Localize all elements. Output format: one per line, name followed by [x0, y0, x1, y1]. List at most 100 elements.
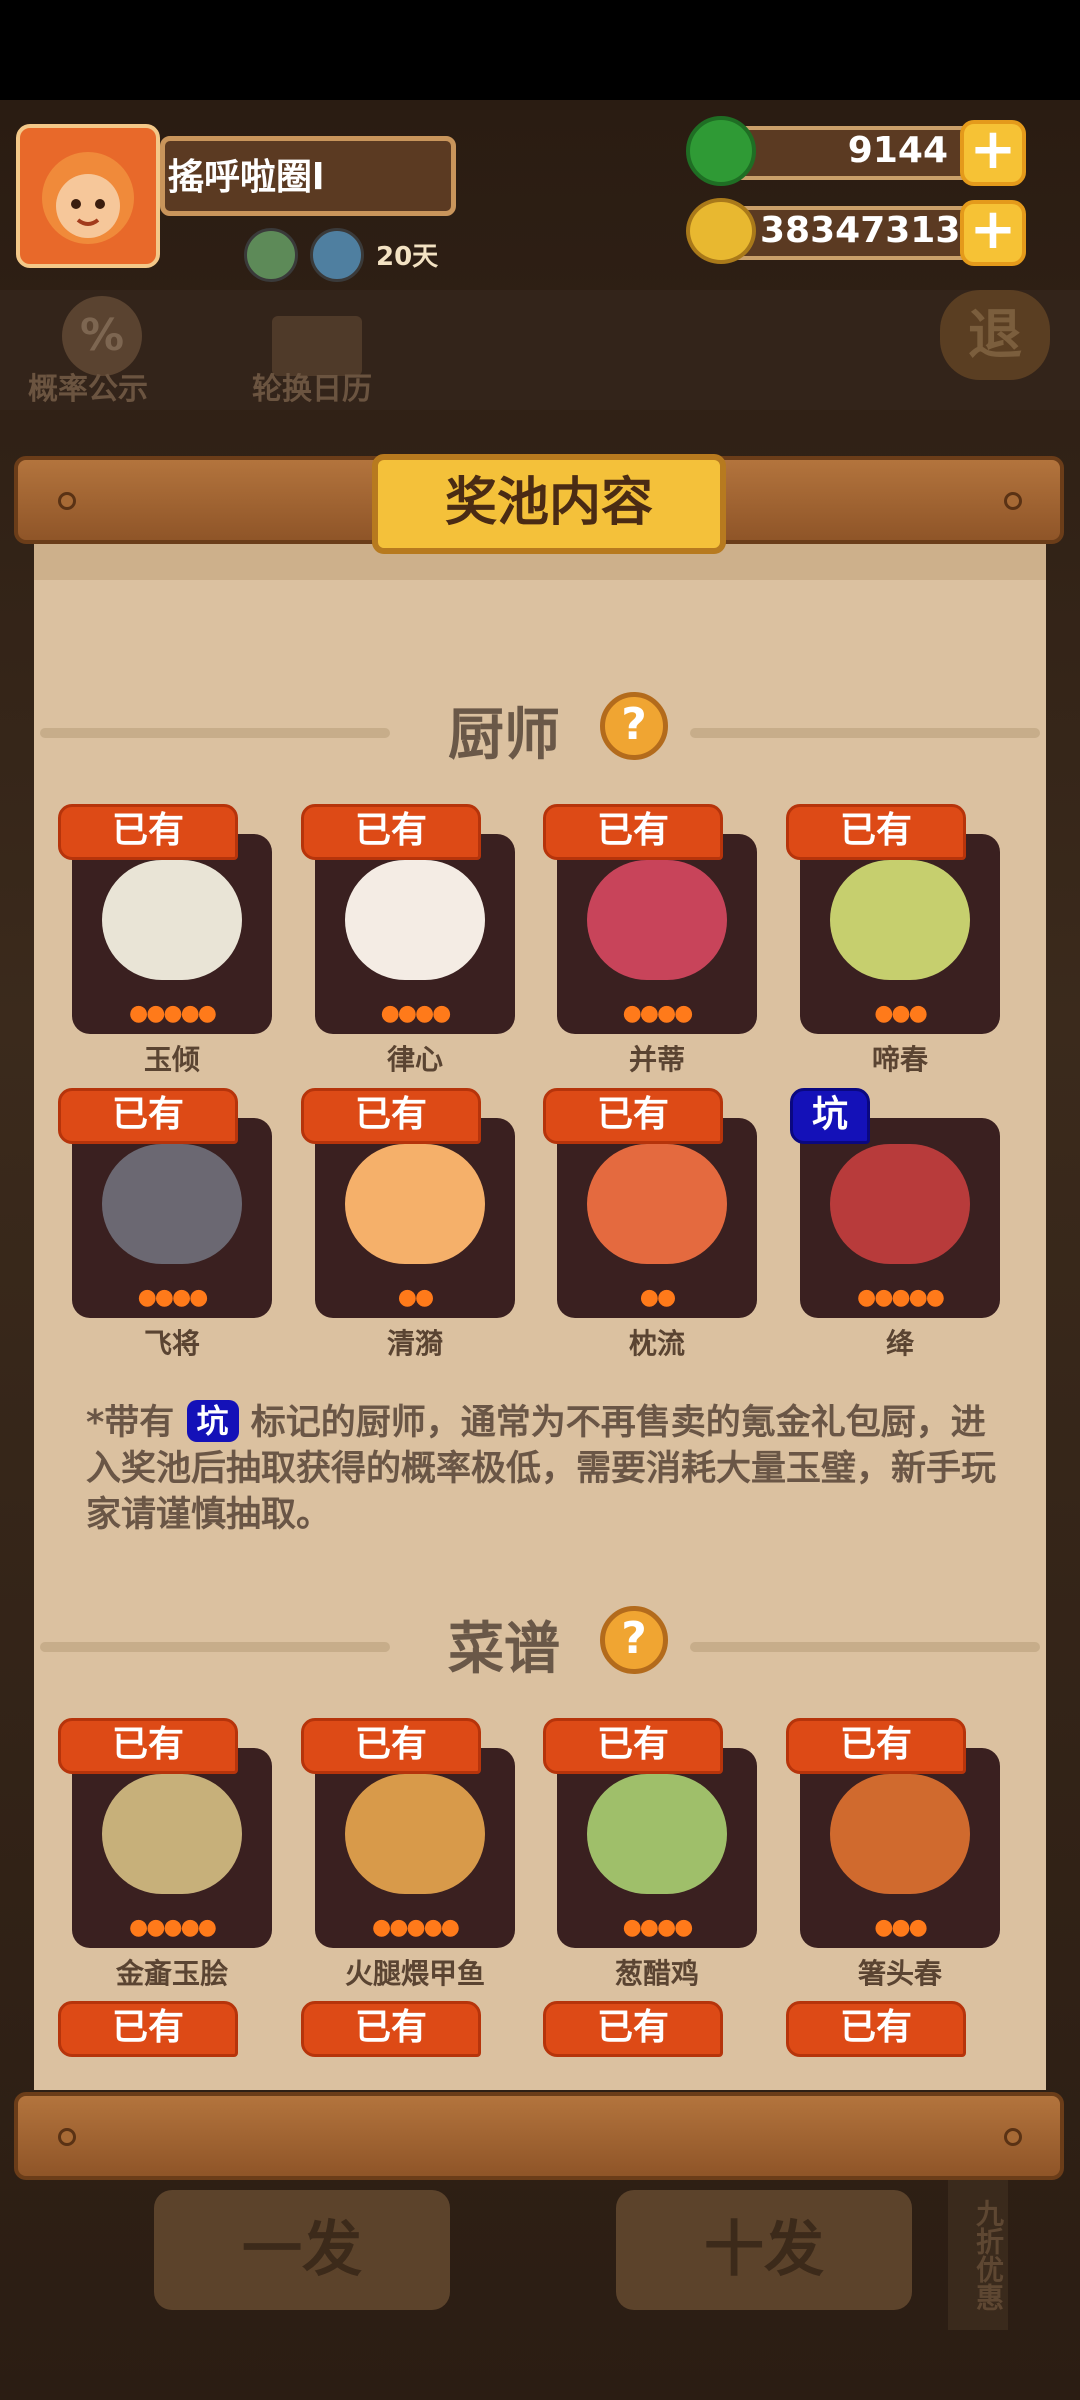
- rarity-flames-icon: ●●●●●: [129, 1001, 217, 1026]
- top-shelf: [0, 290, 1080, 410]
- rarity-flames-icon: ●●●●: [137, 1285, 209, 1310]
- single-draw-button[interactable]: 一发: [154, 2190, 450, 2310]
- recipe-help-button[interactable]: ?: [600, 1606, 668, 1674]
- chef-portrait: [830, 860, 970, 980]
- recipe-section-title: 菜谱: [448, 1617, 560, 1682]
- rarity-flames-icon: ●●: [639, 1285, 676, 1310]
- recipe-name: 箸头春: [857, 1957, 942, 1990]
- owned-tag: 已有: [543, 1718, 723, 1774]
- owned-tag: 已有: [786, 2001, 966, 2057]
- rarity-flames-icon: ●●: [397, 1285, 434, 1310]
- rarity-flames-icon: ●●●●●: [372, 1915, 460, 1940]
- chef-card[interactable]: ●●: [315, 1118, 515, 1318]
- chef-name: 清漪: [386, 1327, 443, 1360]
- add-jade-button[interactable]: +: [960, 120, 1026, 186]
- chef-portrait: [345, 1144, 485, 1264]
- recipe-name: 葱醋鸡: [614, 1957, 699, 1990]
- chef-portrait: [587, 860, 727, 980]
- exit-button[interactable]: 退: [940, 290, 1050, 380]
- chef-name: 玉倾: [143, 1043, 200, 1076]
- recipe-portrait: [102, 1774, 242, 1894]
- nail-icon: [58, 492, 76, 510]
- chef-card[interactable]: ●●●●●: [72, 834, 272, 1034]
- recipe-portrait: [830, 1774, 970, 1894]
- rarity-flames-icon: ●●●●●: [857, 1285, 945, 1310]
- add-gold-button[interactable]: +: [960, 200, 1026, 266]
- chef-help-button[interactable]: ?: [600, 692, 668, 760]
- chef-card[interactable]: ●●: [557, 1118, 757, 1318]
- chef-name: 啼春: [871, 1043, 928, 1076]
- owned-tag: 已有: [58, 2001, 238, 2057]
- note-prefix: *带有: [86, 1403, 175, 1443]
- rarity-flames-icon: ●●●: [874, 1001, 928, 1026]
- pit-tag: 坑: [790, 1088, 870, 1144]
- chef-name: 并蒂: [628, 1043, 685, 1076]
- rarity-flames-icon: ●●●: [874, 1915, 928, 1940]
- recipe-card[interactable]: ●●●: [800, 1748, 1000, 1948]
- recipe-card[interactable]: ●●●●●: [72, 1748, 272, 1948]
- divider-line: [690, 1642, 1040, 1652]
- owned-tag: 已有: [543, 804, 723, 860]
- chef-name: 枕流: [628, 1327, 685, 1360]
- owned-tag: 已有: [786, 804, 966, 860]
- monthly-card-icon[interactable]: [310, 228, 364, 282]
- chef-portrait: [102, 860, 242, 980]
- pit-note: *带有 坑 标记的厨师，通常为不再售卖的氪金礼包厨，进入奖池后抽取获得的概率极低…: [86, 1400, 1006, 1538]
- recipe-card[interactable]: ●●●●●: [315, 1748, 515, 1948]
- divider-line: [40, 1642, 390, 1652]
- chef-card[interactable]: ●●●●: [315, 834, 515, 1034]
- chef-portrait: [102, 1144, 242, 1264]
- recipe-name: 金齑玉脍: [115, 1957, 228, 1990]
- chef-card[interactable]: ●●●●: [557, 834, 757, 1034]
- avatar-character-icon: [42, 152, 134, 244]
- owned-tag: 已有: [58, 1718, 238, 1774]
- rarity-flames-icon: ●●●●: [622, 1915, 694, 1940]
- pit-tag-inline: 坑: [186, 1400, 239, 1442]
- recipe-name: 火腿煨甲鱼: [344, 1957, 485, 1990]
- divider-line: [690, 728, 1040, 738]
- chef-portrait: [587, 1144, 727, 1264]
- chef-name: 绛: [885, 1327, 914, 1360]
- recipe-portrait: [587, 1774, 727, 1894]
- nail-icon: [1004, 2128, 1022, 2146]
- owned-tag: 已有: [301, 2001, 481, 2057]
- gold-coin-icon: [686, 198, 756, 264]
- probability-label[interactable]: 概率公示: [28, 364, 148, 408]
- divider-line: [40, 728, 390, 738]
- discount-label: 九折优惠: [948, 2180, 1008, 2330]
- rarity-flames-icon: ●●●●●: [129, 1915, 217, 1940]
- chef-portrait: [830, 1144, 970, 1264]
- chef-card[interactable]: ●●●●●: [800, 1118, 1000, 1318]
- chef-badge-icon[interactable]: [244, 228, 298, 282]
- rarity-flames-icon: ●●●●: [380, 1001, 452, 1026]
- owned-tag: 已有: [301, 1088, 481, 1144]
- owned-tag: 已有: [543, 2001, 723, 2057]
- owned-tag: 已有: [58, 804, 238, 860]
- owned-tag: 已有: [301, 804, 481, 860]
- rarity-flames-icon: ●●●●: [622, 1001, 694, 1026]
- ten-draw-button[interactable]: 十发: [616, 2190, 912, 2310]
- chef-card[interactable]: ●●●: [800, 834, 1000, 1034]
- jade-value: 9144: [847, 130, 948, 171]
- owned-tag: 已有: [58, 1088, 238, 1144]
- panel-title: 奖池内容: [372, 454, 726, 554]
- days-remaining: 20天: [376, 242, 439, 272]
- gold-value: 38347313: [760, 210, 961, 251]
- owned-tag: 已有: [786, 1718, 966, 1774]
- next-row-clip: 已有 已有 已有 已有: [34, 1995, 1046, 2095]
- nail-icon: [1004, 492, 1022, 510]
- chef-name: 律心: [386, 1043, 443, 1076]
- owned-tag: 已有: [301, 1718, 481, 1774]
- calendar-label[interactable]: 轮换日历: [252, 364, 372, 408]
- bottom-plank: [14, 2092, 1064, 2180]
- chef-portrait: [345, 860, 485, 980]
- recipe-card[interactable]: ●●●●: [557, 1748, 757, 1948]
- chef-card[interactable]: ●●●●: [72, 1118, 272, 1318]
- player-name: 搖呼啦圈l: [168, 157, 325, 198]
- jade-coin-icon: [686, 116, 756, 186]
- chef-section-title: 厨师: [448, 703, 560, 768]
- recipe-portrait: [345, 1774, 485, 1894]
- player-avatar[interactable]: [16, 124, 160, 268]
- owned-tag: 已有: [543, 1088, 723, 1144]
- chef-name: 飞将: [143, 1327, 200, 1360]
